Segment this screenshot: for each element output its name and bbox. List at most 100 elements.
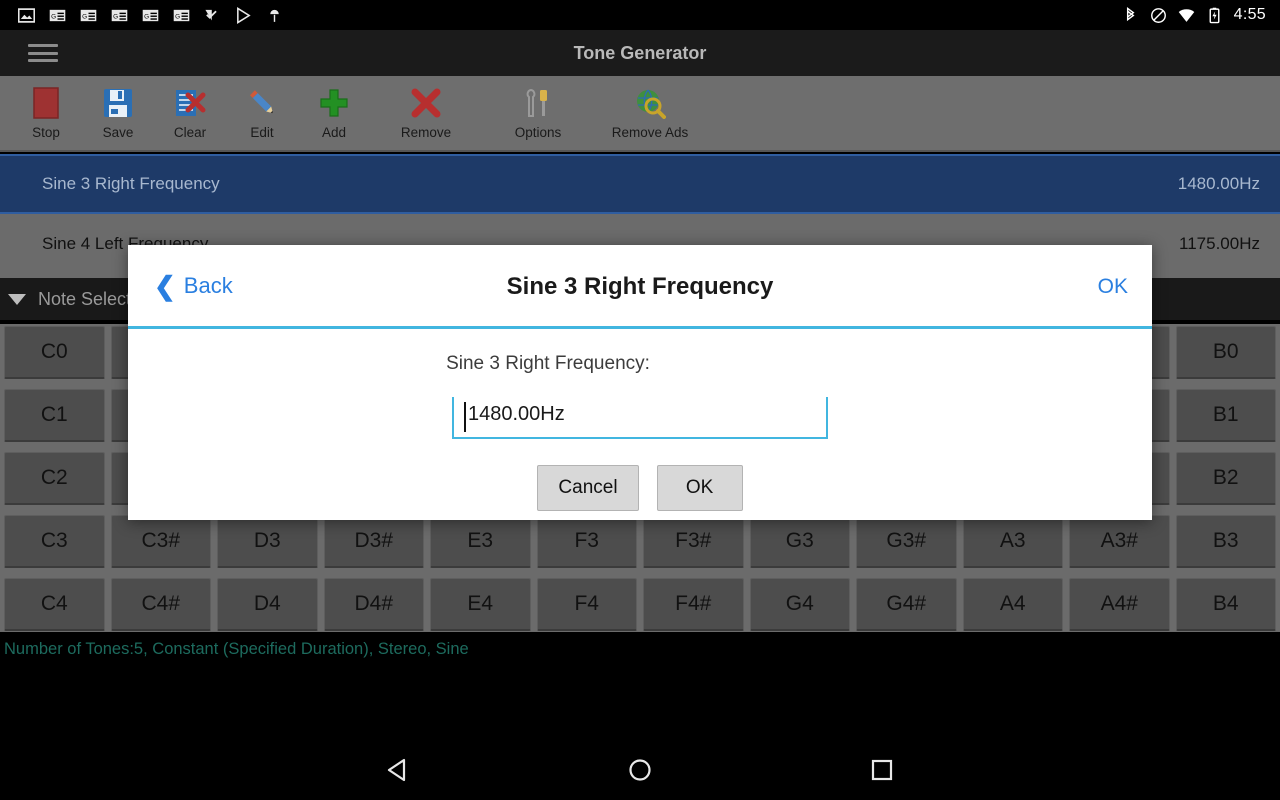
ad-region: ▷ ✕ music Amazon Music 4.3 ★ 100 million… (0, 666, 1280, 740)
note-key-button[interactable]: G4 (750, 578, 851, 631)
toolbar-label: Remove (401, 125, 451, 140)
row-value: 1480.00Hz (1178, 174, 1260, 194)
toolbar-button-save[interactable]: Save (82, 76, 154, 140)
note-key-button[interactable]: D4 (217, 578, 318, 631)
dialog-title: Sine 3 Right Frequency (128, 245, 1152, 329)
svg-text:G: G (175, 13, 180, 20)
note-key-button[interactable]: A4 (963, 578, 1064, 631)
toolbar-button-edit[interactable]: Edit (226, 76, 298, 140)
row-value: 1175.00Hz (1179, 234, 1260, 254)
toolbar-label: Add (322, 125, 346, 140)
gmail-icon: G (80, 7, 97, 24)
frequency-dialog: ❮ Back Sine 3 Right Frequency OK Sine 3 … (128, 245, 1152, 520)
toolbar-button-clear[interactable]: Clear (154, 76, 226, 140)
bluetooth-icon (1122, 7, 1139, 24)
note-key-button[interactable]: F4# (643, 578, 744, 631)
gmail-icon: G (111, 7, 128, 24)
photo-icon (18, 7, 35, 24)
toolbar-button-remove[interactable]: Remove (370, 76, 482, 140)
frequency-input[interactable] (452, 397, 828, 439)
gmail-icon: G (142, 7, 159, 24)
note-key-button[interactable]: D3# (324, 515, 425, 568)
note-key-button[interactable]: A3# (1069, 515, 1170, 568)
svg-text:G: G (51, 13, 56, 20)
note-key-button[interactable]: D3 (217, 515, 318, 568)
play-store-icon (235, 7, 252, 24)
toolbar-button-options[interactable]: Options (482, 76, 594, 140)
note-key-button[interactable]: G3# (856, 515, 957, 568)
toolbar-label: Edit (250, 125, 273, 140)
note-key-button[interactable]: F4 (537, 578, 638, 631)
app-toolbar: Stop Save Clear Edit Add (0, 76, 1280, 152)
stop-square-icon (27, 84, 65, 122)
dialog-body: Sine 3 Right Frequency: Cancel OK (128, 329, 1152, 511)
note-key-button[interactable]: F3 (537, 515, 638, 568)
ok-button[interactable]: OK (657, 465, 743, 511)
note-key-button[interactable]: B0 (1176, 326, 1277, 379)
wifi-icon (1178, 7, 1195, 24)
toolbar-button-remove-ads[interactable]: Remove Ads (594, 76, 706, 140)
note-key-button[interactable]: C2 (4, 452, 105, 505)
note-key-button[interactable]: B2 (1176, 452, 1277, 505)
nav-recents-square-icon[interactable] (859, 747, 905, 793)
do-not-disturb-icon (1150, 7, 1167, 24)
row-label: Sine 3 Right Frequency (42, 174, 220, 194)
toolbar-button-add[interactable]: Add (298, 76, 370, 140)
note-key-button[interactable]: A4# (1069, 578, 1170, 631)
android-icon (266, 7, 283, 24)
status-bar-clock: 4:55 (1234, 6, 1266, 24)
note-key-button[interactable]: E3 (430, 515, 531, 568)
toolbar-label: Remove Ads (612, 125, 689, 140)
app-action-bar: Tone Generator (0, 30, 1280, 76)
table-row[interactable]: Sine 3 Right Frequency 1480.00Hz (0, 154, 1280, 214)
cancel-button[interactable]: Cancel (537, 465, 638, 511)
nav-back-triangle-icon[interactable] (375, 747, 421, 793)
device-screen: G G G G G 4:55 Tone Generator Stop (0, 0, 1280, 800)
clear-list-icon (171, 84, 209, 122)
dialog-header-ok-button[interactable]: OK (1098, 275, 1128, 299)
green-plus-icon (315, 84, 353, 122)
note-key-button[interactable]: A3 (963, 515, 1064, 568)
triangle-down-icon (8, 294, 26, 305)
nav-home-circle-icon[interactable] (617, 747, 663, 793)
note-key-button[interactable]: G3 (750, 515, 851, 568)
toolbar-label: Save (103, 125, 134, 140)
toolbar-label: Stop (32, 125, 60, 140)
android-nav-bar (0, 740, 1280, 800)
red-x-icon (407, 84, 445, 122)
tone-status-line: Number of Tones:5, Constant (Specified D… (0, 632, 1280, 666)
notification-icons: G G G G G (0, 7, 283, 24)
toolbar-button-stop[interactable]: Stop (10, 76, 82, 140)
wrench-screwdriver-icon (519, 84, 557, 122)
page-title: Tone Generator (0, 30, 1280, 76)
android-status-bar: G G G G G 4:55 (0, 0, 1280, 30)
text-caret (464, 402, 466, 432)
note-key-button[interactable]: C4# (111, 578, 212, 631)
note-key-button[interactable]: B1 (1176, 389, 1277, 442)
frequency-input-wrap (452, 397, 828, 439)
frequency-field-label: Sine 3 Right Frequency: (128, 353, 968, 375)
gmail-icon: G (173, 7, 190, 24)
note-key-button[interactable]: F3# (643, 515, 744, 568)
note-key-button[interactable]: G4# (856, 578, 957, 631)
floppy-disk-icon (99, 84, 137, 122)
note-key-button[interactable]: C4 (4, 578, 105, 631)
note-key-button[interactable]: D4# (324, 578, 425, 631)
note-key-button[interactable]: E4 (430, 578, 531, 631)
note-key-button[interactable]: C0 (4, 326, 105, 379)
dialog-header: ❮ Back Sine 3 Right Frequency OK (128, 245, 1152, 329)
tasks-icon (204, 7, 221, 24)
svg-text:G: G (144, 13, 149, 20)
globe-magnifier-icon (631, 84, 669, 122)
svg-text:G: G (82, 13, 87, 20)
dialog-button-row: Cancel OK (128, 465, 1152, 511)
note-key-button[interactable]: C3# (111, 515, 212, 568)
note-key-button[interactable]: C3 (4, 515, 105, 568)
toolbar-label: Options (515, 125, 562, 140)
note-key-button[interactable]: B4 (1176, 578, 1277, 631)
note-key-button[interactable]: C1 (4, 389, 105, 442)
toolbar-label: Clear (174, 125, 206, 140)
note-key-button[interactable]: B3 (1176, 515, 1277, 568)
system-status-icons: 4:55 (1122, 6, 1266, 24)
svg-text:G: G (113, 13, 118, 20)
